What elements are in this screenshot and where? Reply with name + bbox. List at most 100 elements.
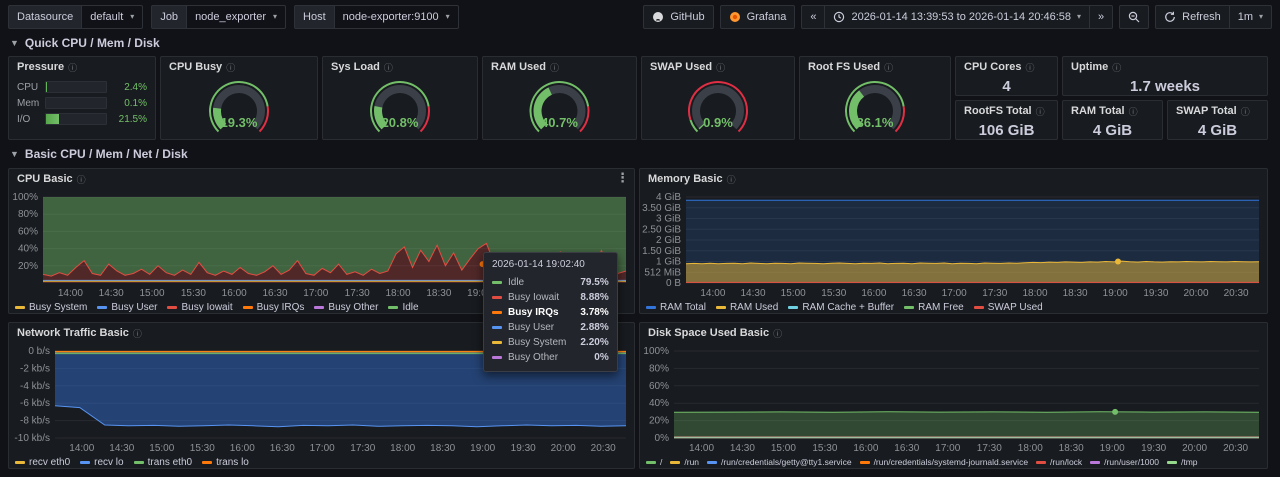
panel-menu-icon[interactable]: ⋮: [616, 170, 629, 186]
time-shift-back-button[interactable]: «: [801, 5, 825, 29]
panel-title[interactable]: RootFS Total: [964, 105, 1032, 117]
svg-text:17:00: 17:00: [935, 443, 960, 454]
panel-title[interactable]: Uptime: [1071, 61, 1108, 73]
legend-item[interactable]: /tmp: [1167, 457, 1198, 467]
panel-title[interactable]: SWAP Total: [1176, 105, 1237, 117]
memory-basic-chart[interactable]: 4 GiB3.50 GiB3 GiB2.50 GiB2 GiB1.50 GiB1…: [640, 189, 1267, 299]
info-icon: ⓘ: [773, 327, 782, 340]
svg-text:19:30: 19:30: [511, 443, 536, 454]
legend-item[interactable]: Busy User: [97, 302, 157, 313]
legend-item[interactable]: /run: [670, 457, 699, 467]
pressure-bar-fill: [46, 114, 59, 124]
legend-item[interactable]: /run/credentials/getty@tty1.service: [707, 457, 852, 467]
legend-item[interactable]: Idle: [388, 302, 418, 313]
panel-title[interactable]: RAM Used: [491, 61, 546, 73]
panel-title[interactable]: CPU Basic: [17, 173, 73, 185]
panel-disk-space-used-basic: Disk Space Used Basicⓘ 100%80%60%40%20%0…: [639, 322, 1268, 469]
section-title: Quick CPU / Mem / Disk: [25, 36, 160, 50]
panel-title[interactable]: Network Traffic Basic: [17, 327, 129, 339]
disk-space-used-chart[interactable]: 100%80%60%40%20%0%14:0014:3015:0015:3016…: [640, 343, 1267, 454]
legend-item[interactable]: /run/credentials/systemd-journald.servic…: [860, 457, 1028, 467]
svg-text:100%: 100%: [12, 192, 38, 203]
refresh-interval-dropdown[interactable]: 1m ▾: [1229, 5, 1272, 29]
variable-value-dropdown[interactable]: default▾: [81, 5, 143, 29]
legend-item[interactable]: RAM Used: [716, 302, 778, 313]
panel-title[interactable]: CPU Cores: [964, 61, 1021, 73]
github-link-button[interactable]: GitHub: [643, 5, 713, 29]
stat-value: 4 GiB: [1168, 121, 1267, 139]
legend-item[interactable]: /run/user/1000: [1090, 457, 1159, 467]
pressure-bar-gauge: [45, 81, 107, 93]
grafana-dashboard: Datasource default▾ Job node_exporter▾ H…: [0, 0, 1280, 477]
legend-item[interactable]: SWAP Used: [974, 302, 1043, 313]
zoom-out-icon: [1128, 11, 1140, 23]
svg-text:14:30: 14:30: [730, 443, 755, 454]
svg-text:0 b/s: 0 b/s: [28, 346, 50, 357]
legend-item[interactable]: Busy System: [15, 302, 87, 313]
variable-job: Job node_exporter▾: [151, 5, 286, 29]
svg-text:16:00: 16:00: [853, 443, 878, 454]
legend-item[interactable]: trans eth0: [134, 457, 192, 468]
svg-text:14:00: 14:00: [700, 288, 725, 299]
legend-item[interactable]: RAM Cache + Buffer: [788, 302, 894, 313]
svg-text:2 GiB: 2 GiB: [656, 235, 681, 246]
svg-text:18:00: 18:00: [1022, 288, 1047, 299]
svg-text:3.50 GiB: 3.50 GiB: [642, 203, 681, 214]
legend-item[interactable]: recv lo: [80, 457, 123, 468]
svg-text:15:00: 15:00: [771, 443, 796, 454]
legend-item[interactable]: Busy Other: [314, 302, 378, 313]
legend-item[interactable]: RAM Free: [904, 302, 964, 313]
zoom-out-button[interactable]: [1119, 5, 1149, 29]
ram-used-gauge: 40.7%: [483, 77, 636, 139]
panel-title[interactable]: CPU Busy: [169, 61, 222, 73]
info-icon: ⓘ: [727, 173, 736, 186]
panel-ram-total: RAM Totalⓘ 4 GiB: [1062, 100, 1163, 140]
section-basic-cpu-mem-net-disk[interactable]: ▼ Basic CPU / Mem / Net / Disk: [10, 147, 188, 161]
legend-item[interactable]: /: [646, 457, 662, 467]
panel-title[interactable]: Root FS Used: [808, 61, 880, 73]
svg-text:17:30: 17:30: [977, 443, 1002, 454]
svg-text:19.3%: 19.3%: [221, 115, 258, 130]
info-icon: ⓘ: [384, 61, 393, 74]
legend-item[interactable]: trans lo: [202, 457, 249, 468]
svg-text:15:00: 15:00: [781, 288, 806, 299]
svg-text:20:00: 20:00: [1182, 443, 1207, 454]
tooltip-row: Busy Iowait8.88%: [492, 290, 609, 305]
panel-title[interactable]: SWAP Used: [650, 61, 712, 73]
svg-text:20.8%: 20.8%: [382, 115, 419, 130]
legend-item[interactable]: Busy Iowait: [167, 302, 232, 313]
svg-text:60%: 60%: [18, 226, 38, 237]
info-icon: ⓘ: [884, 61, 893, 74]
svg-text:14:00: 14:00: [69, 443, 94, 454]
svg-text:80%: 80%: [649, 363, 669, 374]
legend-item[interactable]: Busy IRQs: [243, 302, 305, 313]
refresh-label: Refresh: [1182, 11, 1221, 23]
section-quick-cpu-mem-disk[interactable]: ▼ Quick CPU / Mem / Disk: [10, 36, 160, 50]
tooltip-row: Idle79.5%: [492, 275, 609, 290]
chevron-down-icon: ▾: [1077, 13, 1081, 21]
info-icon: ⓘ: [1025, 61, 1034, 74]
svg-text:-6 kb/s: -6 kb/s: [20, 398, 50, 409]
disk-space-used-legend: / /run/run/credentials/getty@tty1.service…: [640, 454, 1267, 470]
svg-text:14:00: 14:00: [689, 443, 714, 454]
variable-value-dropdown[interactable]: node_exporter▾: [186, 5, 286, 29]
panel-title[interactable]: Disk Space Used Basic: [648, 327, 769, 339]
grafana-link-button[interactable]: Grafana: [720, 5, 796, 29]
chevron-down-icon: ▾: [130, 13, 134, 21]
svg-text:14:30: 14:30: [109, 443, 134, 454]
svg-text:3 GiB: 3 GiB: [656, 214, 681, 225]
variable-value-dropdown[interactable]: node-exporter:9100▾: [334, 5, 459, 29]
pressure-bar-fill: [46, 82, 47, 92]
legend-item[interactable]: RAM Total: [646, 302, 706, 313]
legend-item[interactable]: /run/lock: [1036, 457, 1082, 467]
panel-title[interactable]: Pressure: [17, 61, 64, 73]
time-range-picker[interactable]: 2026-01-14 13:39:53 to 2026-01-14 20:46:…: [824, 5, 1090, 29]
panel-title[interactable]: RAM Total: [1071, 105, 1125, 117]
chevron-down-icon: ▼: [10, 149, 19, 159]
panel-title[interactable]: Sys Load: [331, 61, 380, 73]
svg-text:16:30: 16:30: [902, 288, 927, 299]
refresh-button[interactable]: Refresh: [1155, 5, 1230, 29]
panel-title[interactable]: Memory Basic: [648, 173, 723, 185]
time-shift-forward-button[interactable]: »: [1089, 5, 1113, 29]
legend-item[interactable]: recv eth0: [15, 457, 70, 468]
